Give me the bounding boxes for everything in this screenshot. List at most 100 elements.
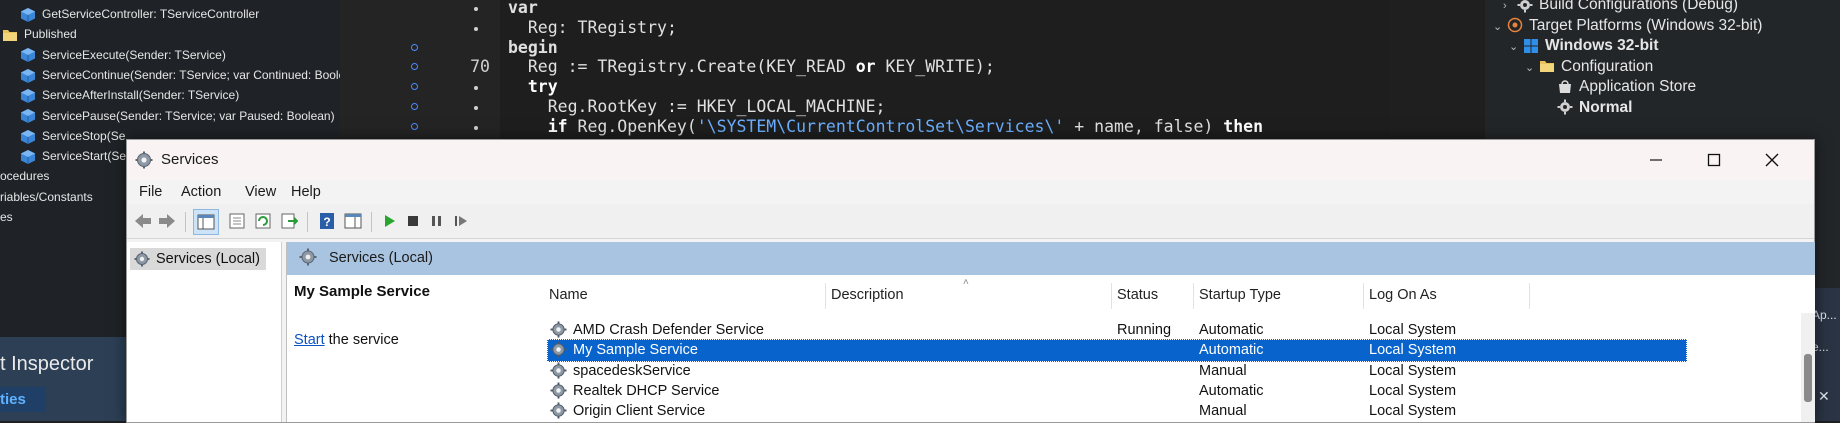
structure-tree-item[interactable]: GetServiceController: TServiceController — [20, 3, 259, 25]
gear-icon — [1517, 0, 1533, 13]
close-icon — [1765, 153, 1779, 167]
properties-button[interactable] — [225, 209, 249, 233]
close-button[interactable] — [1743, 142, 1801, 178]
maximize-button[interactable] — [1685, 142, 1743, 178]
breakpoint-marker-icon[interactable] — [411, 122, 418, 130]
structure-tree-item[interactable]: Published — [2, 23, 77, 45]
service-gear-icon — [550, 382, 567, 399]
column-divider[interactable] — [1363, 283, 1364, 309]
structure-tree-item[interactable]: ocedures — [0, 165, 49, 187]
start-service-text: Start the service — [294, 332, 399, 348]
services-list[interactable]: Name Description ˄ Status Startup Type L… — [535, 275, 1815, 422]
method-cube-icon — [21, 149, 35, 164]
gear-icon — [1557, 99, 1573, 115]
toolbar-separator — [185, 212, 186, 232]
svg-text:?: ? — [323, 215, 330, 229]
toolbar-separator — [371, 212, 372, 232]
play-icon — [385, 215, 395, 227]
column-header-startup-type[interactable]: Startup Type — [1199, 287, 1281, 303]
method-cube-icon — [21, 7, 35, 22]
line-marker-dot — [474, 106, 478, 110]
restart-service-button[interactable] — [449, 209, 473, 233]
project-tree-label: Build Configurations (Debug) — [1539, 0, 1739, 13]
structure-tree-label: ServiceExecute(Sender: TService) — [42, 47, 226, 62]
folder-icon — [1540, 61, 1554, 73]
vertical-scrollbar[interactable] — [1801, 313, 1815, 422]
line-marker-dot — [474, 26, 478, 31]
structure-tree-label: riables/Constants — [0, 189, 93, 204]
forward-button[interactable] — [155, 209, 179, 233]
code-line: Reg := TRegistry.Create(KEY_READ or KEY_… — [508, 57, 995, 77]
properties-sheet-icon — [229, 213, 245, 229]
menu-view[interactable]: View — [245, 184, 276, 200]
project-tree-label: Windows 32-bit — [1545, 37, 1659, 54]
column-header-name[interactable]: Name — [549, 287, 588, 303]
minimize-button[interactable] — [1627, 142, 1685, 178]
pane-header-title: Services (Local) — [329, 250, 433, 266]
column-divider[interactable] — [1111, 283, 1112, 309]
help-button[interactable]: ? — [315, 209, 339, 233]
start-service-link[interactable]: Start — [294, 332, 325, 348]
service-row[interactable]: Origin Client Service Manual Local System — [547, 400, 1687, 423]
folder-icon — [3, 30, 17, 42]
start-service-button[interactable] — [377, 209, 401, 233]
services-gear-icon — [134, 251, 150, 267]
menu-file[interactable]: File — [139, 184, 162, 200]
tree-item-services-local[interactable]: Services (Local) — [130, 248, 266, 270]
export-list-button[interactable] — [277, 209, 301, 233]
properties-tab[interactable]: ties — [0, 387, 46, 412]
column-divider[interactable] — [825, 283, 826, 309]
structure-tree-item[interactable]: ServiceExecute(Sender: TService) — [20, 44, 226, 66]
chevron-down-icon[interactable]: ⌄ — [1525, 56, 1539, 80]
line-number: 70 — [470, 57, 490, 77]
line-marker-dot — [474, 7, 478, 11]
chevron-down-icon[interactable]: ⌄ — [1509, 35, 1523, 59]
structure-tree-item[interactable]: ServicePause(Sender: TService; var Pause… — [20, 105, 335, 127]
column-header-status[interactable]: Status — [1117, 287, 1158, 303]
target-icon — [1507, 18, 1523, 33]
refresh-button[interactable] — [251, 209, 275, 233]
structure-tree-item[interactable]: ServiceAfterInstall(Sender: TService) — [20, 84, 239, 106]
service-gear-icon — [550, 341, 567, 358]
stop-icon — [408, 216, 418, 226]
maximize-icon — [1707, 153, 1721, 167]
structure-tree-item[interactable]: ServiceContinue(Sender: TService; var Co… — [20, 64, 363, 86]
title-bar[interactable]: Services — [127, 140, 1814, 180]
stop-service-button[interactable] — [401, 209, 425, 233]
breakpoint-marker-icon[interactable] — [411, 103, 418, 110]
toolbar: ? — [127, 204, 1814, 239]
structure-tree-label: Published — [24, 27, 77, 42]
project-tree-label: Application Store — [1579, 78, 1697, 95]
structure-tree-label: ServicePause(Sender: TService; var Pause… — [42, 108, 335, 123]
structure-tree-item[interactable]: riables/Constants — [0, 186, 93, 208]
code-line: if Reg.OpenKey('\SYSTEM\CurrentControlSe… — [547, 116, 1264, 136]
menu-action[interactable]: Action — [181, 184, 221, 200]
structure-tree-label: ServiceContinue(Sender: TService; var Co… — [42, 67, 363, 82]
chevron-down-icon[interactable]: ⌄ — [1493, 15, 1507, 39]
toolbar-separator — [307, 212, 308, 232]
close-icon[interactable]: ✕ — [1818, 388, 1830, 405]
structure-tree-item[interactable]: es — [0, 206, 13, 228]
show-hide-action-pane-button[interactable] — [341, 209, 365, 233]
sort-caret-icon: ˄ — [963, 277, 969, 288]
column-header-log-on-as[interactable]: Log On As — [1369, 287, 1437, 303]
column-header-description[interactable]: Description — [831, 287, 904, 303]
show-hide-console-tree-button[interactable] — [193, 209, 219, 235]
breakpoint-marker-icon[interactable] — [411, 43, 418, 51]
services-pane: Services (Local) My Sample Service Start… — [286, 242, 1815, 422]
column-divider[interactable] — [1193, 283, 1194, 309]
menu-help[interactable]: Help — [291, 184, 321, 200]
back-button[interactable] — [131, 209, 155, 233]
structure-tree-label: ServiceStop(Se — [42, 128, 126, 143]
pause-service-button[interactable] — [425, 209, 449, 233]
structure-tree-item[interactable]: ServiceStop(Se — [20, 125, 125, 147]
project-tree-item[interactable]: Normal — [1543, 96, 1632, 120]
structure-tree-item[interactable]: ServiceStart(Se — [20, 145, 126, 167]
help-icon: ? — [320, 213, 334, 229]
scrollbar-thumb[interactable] — [1804, 354, 1812, 402]
console-tree-icon — [197, 214, 215, 230]
project-tree-label: Normal — [1579, 98, 1633, 116]
tree-item-label: Services (Local) — [156, 251, 260, 267]
forward-arrow-icon — [159, 214, 175, 228]
column-divider[interactable] — [1529, 283, 1530, 309]
